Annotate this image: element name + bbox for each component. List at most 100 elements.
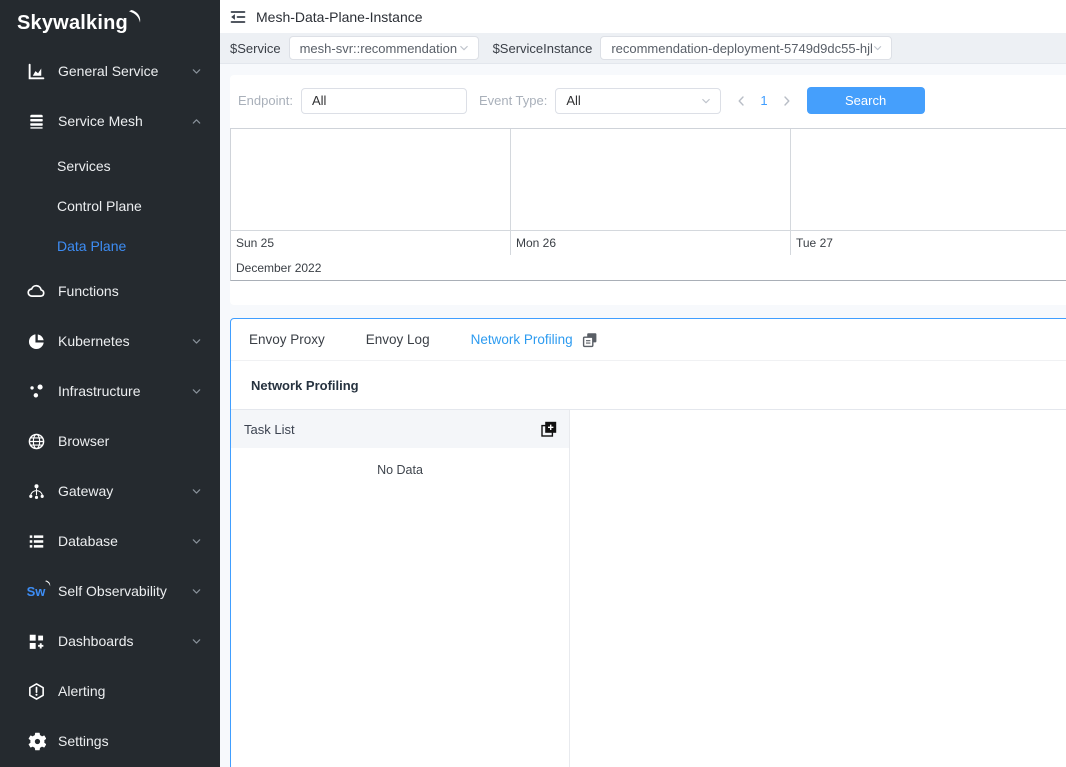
sidebar-item-label: Gateway <box>58 483 191 499</box>
events-timeline: Sun 25 Mon 26 Tue 27 December 2022 <box>230 128 1066 281</box>
event-type-select[interactable]: All <box>555 88 721 114</box>
sidebar-item-services[interactable]: Services <box>0 146 220 186</box>
new-task-icon[interactable] <box>540 420 558 438</box>
chevron-down-icon <box>191 536 202 547</box>
app-logo[interactable]: Skywalking <box>0 0 220 46</box>
sidebar-item-control-plane[interactable]: Control Plane <box>0 186 220 226</box>
tab-network-profiling[interactable]: Network Profiling <box>471 332 598 348</box>
service-select[interactable]: mesh-svr::recommendation <box>289 36 479 60</box>
network-profiling-body: Task List No Data <box>231 410 1066 767</box>
service-instance-select-value: recommendation-deployment-5749d9dc55-hjl… <box>611 41 872 56</box>
tab-envoy-proxy[interactable]: Envoy Proxy <box>249 332 325 347</box>
globe-icon <box>26 431 46 451</box>
chevron-down-icon <box>191 586 202 597</box>
endpoint-input[interactable] <box>301 88 467 114</box>
dashboard-grid-icon <box>26 631 46 651</box>
cloud-icon <box>26 281 46 301</box>
tab-envoy-log[interactable]: Envoy Log <box>366 332 430 347</box>
alert-hexagon-icon <box>26 681 46 701</box>
sidebar-item-label: Kubernetes <box>58 333 191 349</box>
timeline-day-label: Tue 27 <box>791 231 1066 255</box>
logo-text: Skywalking <box>17 12 128 35</box>
chevron-down-icon <box>191 66 202 77</box>
copy-icon[interactable] <box>582 332 598 348</box>
task-detail-panel <box>570 410 1066 767</box>
service-instance-select[interactable]: recommendation-deployment-5749d9dc55-hjl… <box>600 36 892 60</box>
sidebar-item-dashboards[interactable]: Dashboards <box>0 616 220 666</box>
chevron-down-icon <box>872 42 883 54</box>
list-icon <box>26 531 46 551</box>
sidebar-item-label: Self Observability <box>58 583 191 599</box>
sidebar-item-label: Functions <box>58 283 202 299</box>
timeline-month-label: December 2022 <box>231 255 1066 280</box>
events-pager: 1 <box>731 93 796 108</box>
dots-icon <box>26 381 46 401</box>
endpoint-label: Endpoint: <box>238 93 293 108</box>
dashboard-selector-bar: $Service mesh-svr::recommendation $Servi… <box>220 33 1066 64</box>
service-select-value: mesh-svr::recommendation <box>300 41 458 56</box>
gear-icon <box>26 731 46 751</box>
chevron-down-icon <box>191 386 202 397</box>
sidebar-item-settings[interactable]: Settings <box>0 716 220 766</box>
sidebar-item-gateway[interactable]: Gateway <box>0 466 220 516</box>
sidebar-item-alerting[interactable]: Alerting <box>0 666 220 716</box>
page-titlebar: Mesh-Data-Plane-Instance <box>220 0 1066 33</box>
chevron-down-icon <box>191 486 202 497</box>
network-profiling-header: Network Profiling <box>231 361 1066 410</box>
sidebar-item-label: Data Plane <box>57 238 126 254</box>
event-type-select-value: All <box>566 93 580 108</box>
sidebar-item-label: Control Plane <box>57 198 142 214</box>
sidebar-item-general-service[interactable]: General Service <box>0 46 220 96</box>
sidebar-item-infrastructure[interactable]: Infrastructure <box>0 366 220 416</box>
pager-prev-icon[interactable] <box>731 95 751 107</box>
timeline-cell <box>231 129 511 230</box>
chart-icon <box>26 61 46 81</box>
skywalking-sw-icon: Sw <box>26 581 46 601</box>
sidebar-item-browser[interactable]: Browser <box>0 416 220 466</box>
sidebar-item-self-observability[interactable]: Sw Self Observability <box>0 566 220 616</box>
timeline-day-label: Mon 26 <box>511 231 791 255</box>
service-instance-label: $ServiceInstance <box>493 41 593 56</box>
gateway-network-icon <box>26 481 46 501</box>
sidebar-item-functions[interactable]: Functions <box>0 266 220 316</box>
sidebar-item-database[interactable]: Database <box>0 516 220 566</box>
tabs-row: Envoy Proxy Envoy Log Network Profiling <box>231 319 1066 361</box>
main-area: Mesh-Data-Plane-Instance $Service mesh-s… <box>220 0 1066 767</box>
event-type-label: Event Type: <box>479 93 547 108</box>
timeline-day-label: Sun 25 <box>231 231 511 255</box>
timeline-cell <box>511 129 791 230</box>
sidebar-item-label: Service Mesh <box>58 113 191 129</box>
chevron-down-icon <box>458 42 470 54</box>
task-list-label: Task List <box>244 422 295 437</box>
task-list-bar: Task List <box>231 410 569 448</box>
timeline-cell <box>791 129 1066 230</box>
sidebar: Skywalking General Service Service Mesh … <box>0 0 220 767</box>
no-data-message: No Data <box>231 463 569 477</box>
pager-current-page[interactable]: 1 <box>760 93 767 108</box>
dashboard-content: Endpoint: Event Type: All 1 <box>220 64 1066 767</box>
sidebar-item-label: Infrastructure <box>58 383 191 399</box>
sidebar-item-label: Alerting <box>58 683 202 699</box>
chevron-up-icon <box>191 116 202 127</box>
kubernetes-icon <box>26 331 46 351</box>
sidebar-item-label: General Service <box>58 63 191 79</box>
timeline-day-labels: Sun 25 Mon 26 Tue 27 <box>231 230 1066 255</box>
mesh-stack-icon <box>26 111 46 131</box>
sidebar-item-label: Services <box>57 158 111 174</box>
logo-swoosh-icon <box>129 10 142 25</box>
service-label: $Service <box>230 41 281 56</box>
pager-next-icon[interactable] <box>777 95 797 107</box>
task-list-panel: Task List No Data <box>231 410 570 767</box>
timeline-cells <box>231 129 1066 230</box>
collapse-sidebar-icon[interactable] <box>230 9 246 25</box>
sidebar-item-label: Browser <box>58 433 202 449</box>
sidebar-item-label: Database <box>58 533 191 549</box>
sidebar-item-kubernetes[interactable]: Kubernetes <box>0 316 220 366</box>
app-window: Skywalking General Service Service Mesh … <box>0 0 1066 767</box>
sidebar-item-data-plane[interactable]: Data Plane <box>0 226 220 266</box>
sidebar-item-service-mesh[interactable]: Service Mesh <box>0 96 220 146</box>
events-widget: Endpoint: Event Type: All 1 <box>230 75 1066 305</box>
chevron-down-icon <box>191 336 202 347</box>
search-button[interactable]: Search <box>807 87 925 114</box>
chevron-down-icon <box>191 636 202 647</box>
